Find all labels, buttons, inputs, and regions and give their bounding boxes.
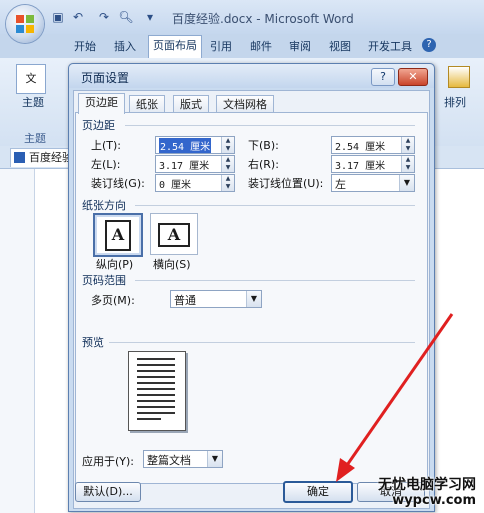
themes-icon[interactable]: 文 <box>16 64 46 94</box>
preview-line <box>137 400 175 402</box>
set-default-button[interactable]: 默认(D)... <box>75 482 141 502</box>
divider <box>109 342 415 343</box>
tab-margins[interactable]: 页边距 <box>78 93 125 114</box>
ribbon-tab-home[interactable]: 开始 <box>70 37 100 57</box>
qat-dropdown-icon[interactable]: ▾ <box>142 9 158 25</box>
orientation-section-title: 纸张方向 <box>82 199 126 212</box>
preview-line <box>137 394 175 396</box>
close-icon: ✕ <box>408 70 418 83</box>
landscape-label: 横向(S) <box>153 258 191 271</box>
preview-line <box>137 358 175 360</box>
multiple-pages-label: 多页(M): <box>91 294 135 307</box>
arrange-icon[interactable] <box>448 66 470 88</box>
preview-page-thumbnail <box>128 351 186 431</box>
undo-icon[interactable]: ↶ <box>70 9 86 25</box>
divider <box>125 125 415 126</box>
ribbon-tab-insert[interactable]: 插入 <box>110 37 140 57</box>
gutter-position-select[interactable]: 左 ▼ <box>331 174 415 192</box>
redo-icon[interactable]: ↷ <box>96 9 112 25</box>
portrait-option[interactable]: A <box>93 213 143 257</box>
dialog-close-button[interactable]: ✕ <box>398 68 428 86</box>
gutter-label: 装订线(G): <box>91 177 145 190</box>
watermark-url: wypcw.com <box>392 493 476 508</box>
divider <box>135 205 415 206</box>
chevron-down-icon[interactable]: ▼ <box>399 175 414 191</box>
help-icon[interactable]: ? <box>422 38 436 52</box>
spinner-arrows-icon[interactable]: ▲ ▼ <box>401 137 414 153</box>
ribbon-group-themes-label: 主题 <box>24 132 46 145</box>
margins-section-title: 页边距 <box>82 119 115 132</box>
preview-line <box>137 388 175 390</box>
document-tab-label: 百度经验 <box>29 151 73 164</box>
preview-line <box>137 370 175 372</box>
top-margin-input[interactable]: 2.54 厘米 ▲ ▼ <box>155 136 235 154</box>
left-margin-input[interactable]: 3.17 厘米 ▲ ▼ <box>155 155 235 173</box>
preview-line <box>137 376 175 378</box>
gutter-position-label: 装订线位置(U): <box>248 177 324 190</box>
ribbon-tab-view[interactable]: 视图 <box>325 37 355 57</box>
arrange-label: 排列 <box>444 96 466 109</box>
landscape-option[interactable]: A <box>150 213 198 255</box>
ribbon-tab-page-layout[interactable]: 页面布局 <box>148 35 202 59</box>
multiple-pages-select[interactable]: 普通 ▼ <box>170 290 262 308</box>
ribbon-tab-review[interactable]: 审阅 <box>285 37 315 57</box>
dialog-title: 页面设置 <box>81 71 130 85</box>
portrait-label: 纵向(P) <box>96 258 134 271</box>
portrait-page-icon: A <box>105 220 131 251</box>
save-icon[interactable]: ▣ <box>50 9 66 25</box>
spinner-arrows-icon[interactable]: ▲ ▼ <box>221 156 234 172</box>
ribbon-tab-mailings[interactable]: 邮件 <box>246 37 276 57</box>
apply-to-select[interactable]: 整篇文档 ▼ <box>143 450 223 468</box>
site-watermark: 无忧电脑学习网 wypcw.com <box>368 473 480 513</box>
office-logo-icon <box>16 15 34 33</box>
ok-button[interactable]: 确定 <box>283 481 353 503</box>
tab-document-grid[interactable]: 文档网格 <box>216 95 274 113</box>
bottom-margin-input[interactable]: 2.54 厘米 ▲ ▼ <box>331 136 415 154</box>
chevron-down-icon[interactable]: ▼ <box>246 291 261 307</box>
spinner-arrows-icon[interactable]: ▲ ▼ <box>401 156 414 172</box>
preview-line <box>137 382 175 384</box>
themes-label: 主题 <box>22 96 44 109</box>
right-margin-input[interactable]: 3.17 厘米 ▲ ▼ <box>331 155 415 173</box>
ruler-strip <box>0 169 35 513</box>
gutter-input[interactable]: 0 厘米 ▲ ▼ <box>155 174 235 192</box>
divider <box>135 280 415 281</box>
watermark-title: 无忧电脑学习网 <box>378 477 476 493</box>
office-button[interactable] <box>6 5 44 43</box>
left-margin-label: 左(L): <box>91 158 121 171</box>
top-margin-label: 上(T): <box>91 139 122 152</box>
apply-to-label: 应用于(Y): <box>82 455 135 468</box>
preview-line <box>137 406 175 408</box>
ribbon-tab-developer[interactable]: 开发工具 <box>364 37 416 57</box>
pages-section-title: 页码范围 <box>82 274 126 287</box>
tab-layout[interactable]: 版式 <box>173 95 209 113</box>
tab-paper[interactable]: 纸张 <box>129 95 165 113</box>
document-title: 百度经验.docx - Microsoft Word <box>172 12 354 26</box>
word-doc-icon <box>14 152 25 163</box>
spinner-arrows-icon[interactable]: ▲ ▼ <box>221 137 234 153</box>
landscape-page-icon: A <box>158 223 190 247</box>
preview-section-title: 预览 <box>82 336 104 349</box>
right-margin-label: 右(R): <box>248 158 279 171</box>
chevron-down-icon[interactable]: ▼ <box>207 451 222 467</box>
bottom-margin-label: 下(B): <box>248 139 279 152</box>
preview-line <box>137 418 161 420</box>
print-preview-icon[interactable]: 🔍︎ <box>118 9 134 25</box>
spinner-arrows-icon[interactable]: ▲ ▼ <box>221 175 234 191</box>
ribbon-tab-references[interactable]: 引用 <box>206 37 236 57</box>
preview-line <box>137 364 175 366</box>
preview-line <box>137 412 175 414</box>
page-setup-dialog: 页面设置 ? ✕ 页边距 纸张 版式 文档网格 页边距 上(T): 2.54 厘… <box>68 63 435 512</box>
dialog-help-button[interactable]: ? <box>371 68 395 86</box>
